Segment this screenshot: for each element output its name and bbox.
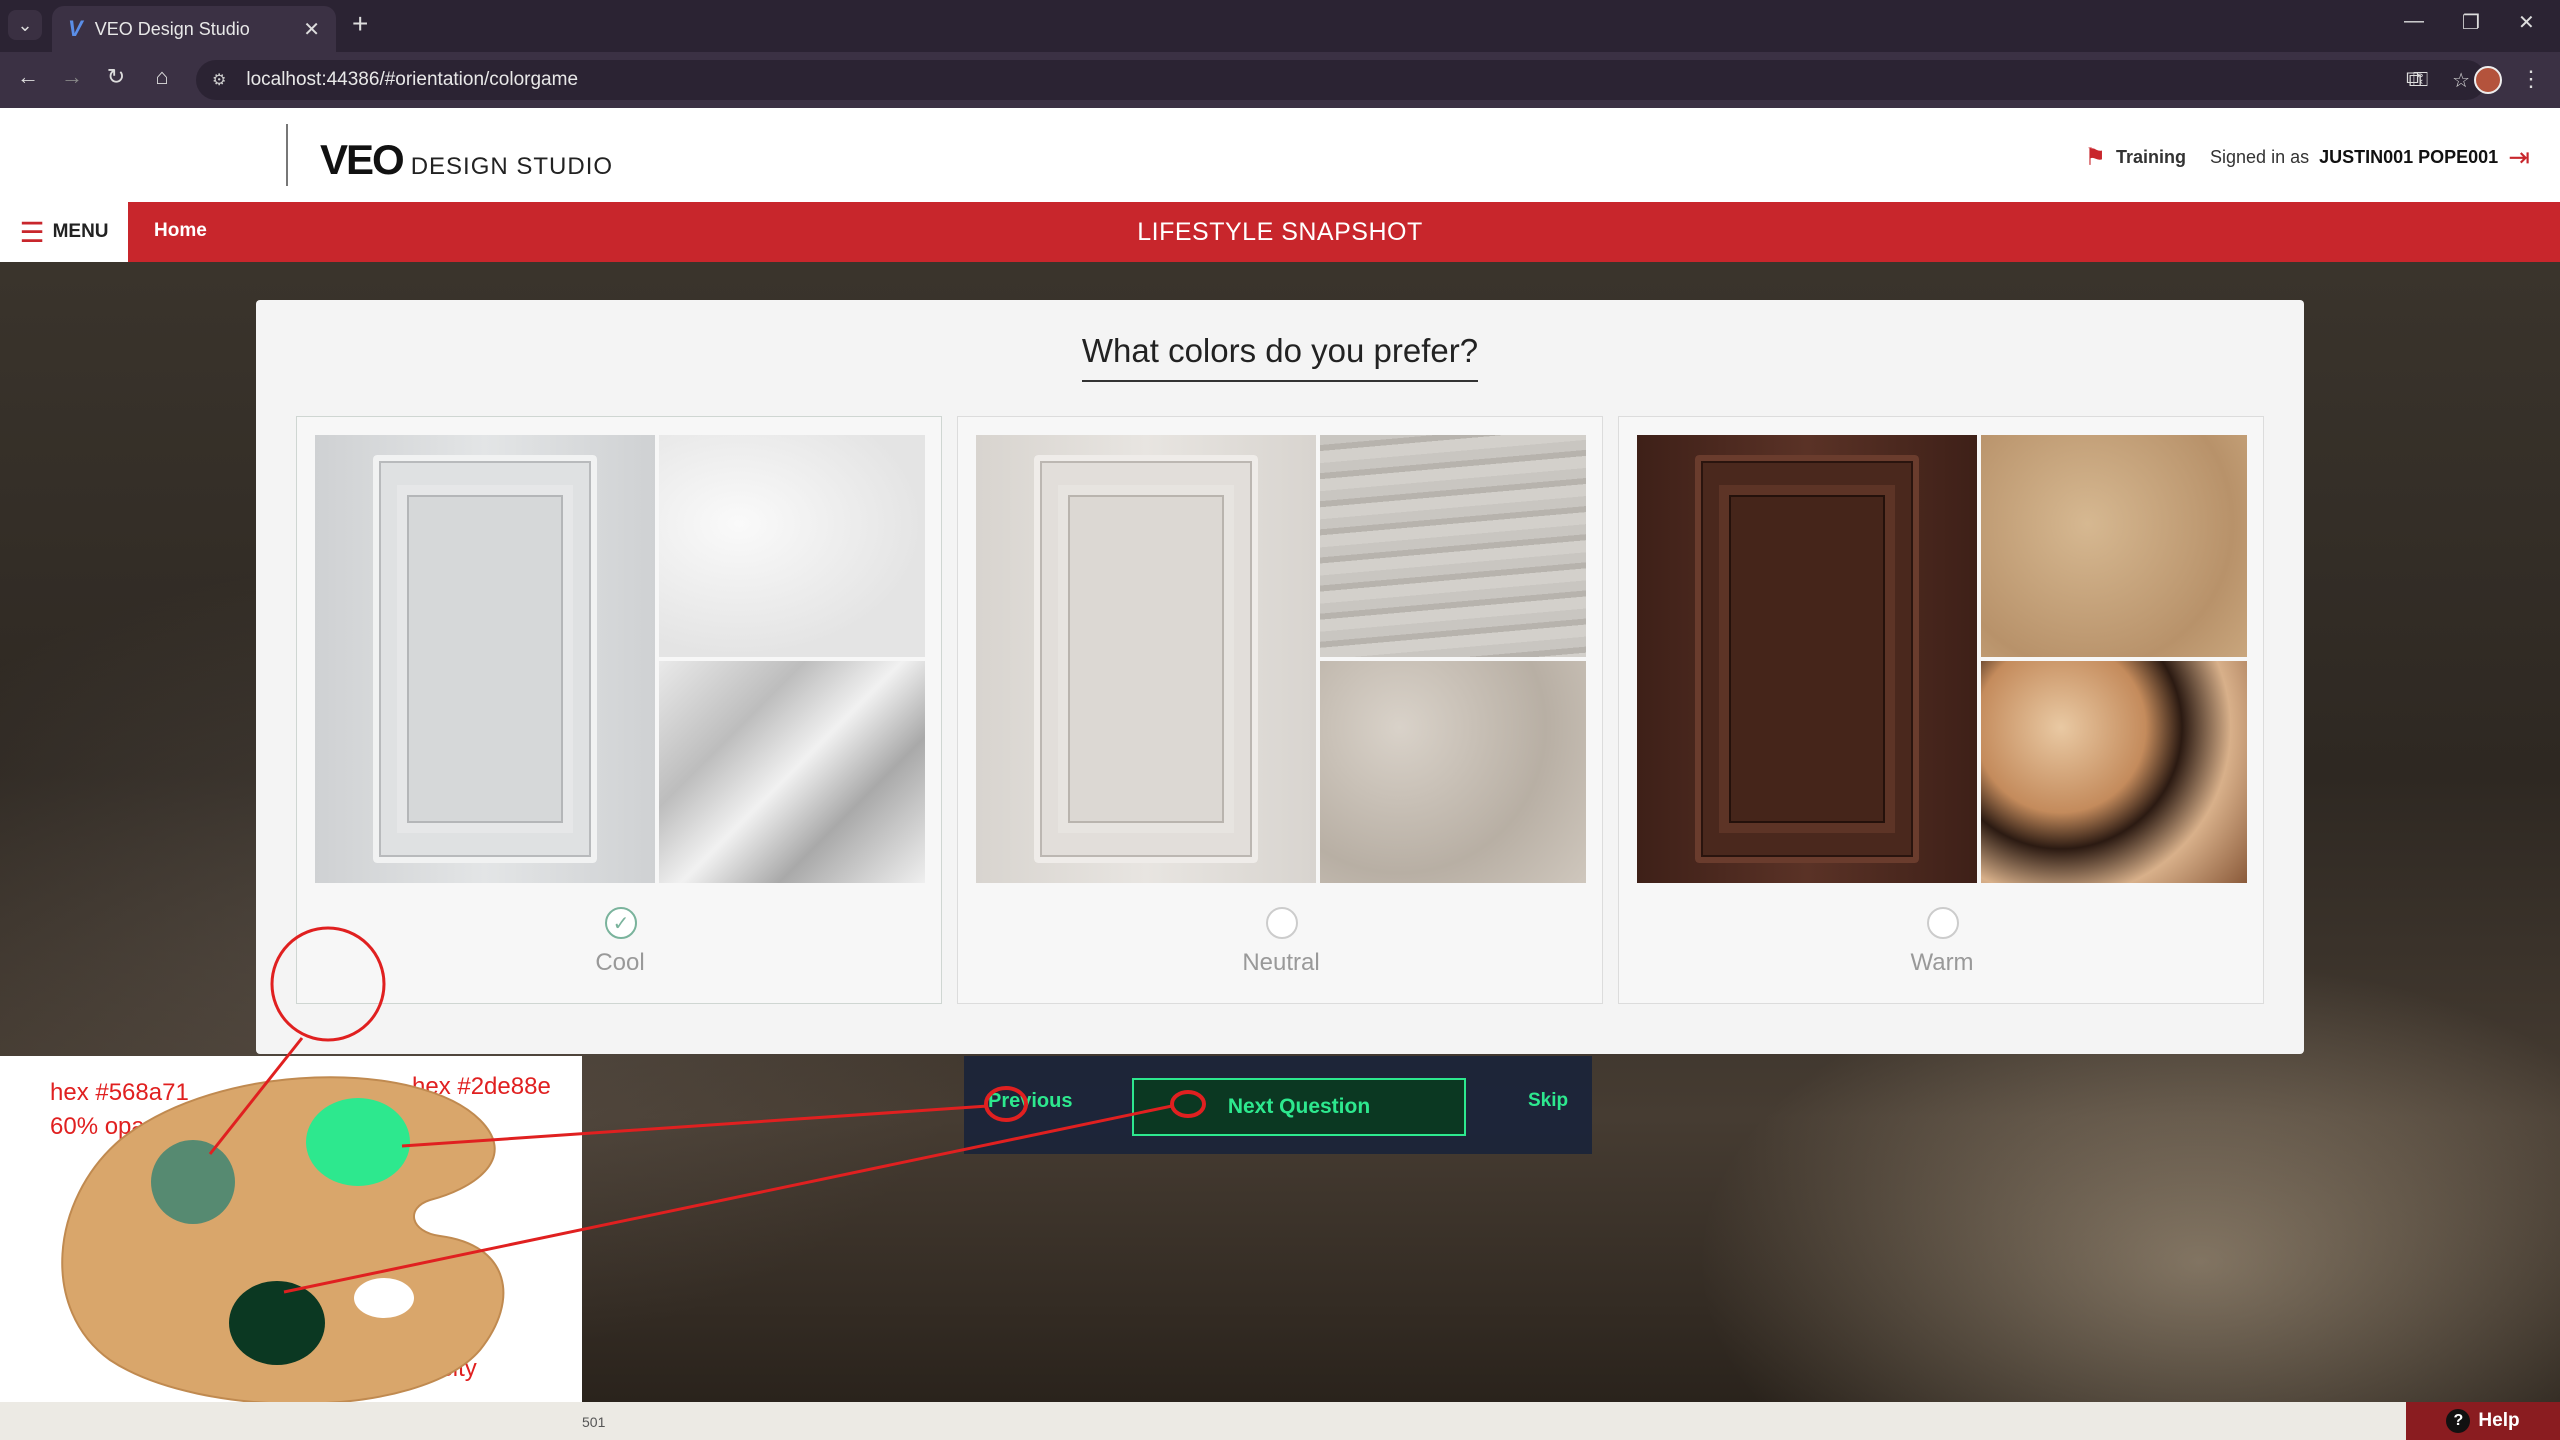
footer-bar: 501 ? Help xyxy=(0,1402,2560,1440)
restore-icon[interactable]: ❐ xyxy=(2462,10,2480,35)
option-label: Warm xyxy=(1910,949,1974,976)
marble-swatch-image xyxy=(659,435,925,657)
main-nav-bar: ☰ MENU Home LIFESTYLE SNAPSHOT xyxy=(0,202,2560,262)
forward-icon[interactable]: → xyxy=(56,64,88,90)
check-icon: ✓ xyxy=(612,912,630,935)
stone-swatch-image xyxy=(1320,435,1586,657)
logo-divider xyxy=(286,124,288,186)
reload-icon[interactable]: ↻ xyxy=(100,64,132,90)
help-icon: ? xyxy=(2446,1409,2471,1433)
browser-tab[interactable]: V VEO Design Studio ✕ xyxy=(52,6,336,52)
option-warm[interactable]: Warm xyxy=(1618,416,2264,1004)
training-icon[interactable]: ⚑ xyxy=(2084,143,2106,172)
marble-swatch-image xyxy=(659,661,925,883)
username: JUSTIN001 POPE001 xyxy=(2319,147,2499,167)
logo-mark: VEO xyxy=(320,136,405,183)
home-icon[interactable]: ⌂ xyxy=(146,64,178,90)
veo-favicon-icon: V xyxy=(68,16,83,41)
back-icon[interactable]: ← xyxy=(12,64,44,90)
option-label: Cool xyxy=(595,949,645,976)
browser-tab-bar: ⌄ V VEO Design Studio ✕ + — ❐ ✕ xyxy=(0,0,2560,52)
option-radio[interactable] xyxy=(1927,907,1959,939)
new-tab-button[interactable]: + xyxy=(352,8,368,40)
header-user-area: ⚑ Training Signed in as JUSTIN001 POPE00… xyxy=(2084,142,2530,173)
next-question-button[interactable]: Next Question xyxy=(1132,1078,1466,1136)
close-tab-icon[interactable]: ✕ xyxy=(303,17,320,42)
logout-icon[interactable]: ⇥ xyxy=(2508,142,2530,173)
color3-hex-label: hex #0b3822 xyxy=(346,1321,485,1348)
minimize-icon[interactable]: — xyxy=(2404,10,2424,33)
annotation-panel: hex #568a71 60% opacity hex #2de88e hex … xyxy=(0,1056,582,1440)
browser-toolbar: ← → ↻ ⌂ ⚙ localhost:44386/#orientation/c… xyxy=(0,52,2560,108)
bookmark-star-icon[interactable]: ☆ xyxy=(2452,68,2470,93)
color1-hex-label: hex #568a71 xyxy=(50,1079,189,1106)
chevron-down-icon: ⌄ xyxy=(17,14,33,35)
footer-code: 501 xyxy=(582,1414,606,1430)
address-bar[interactable]: ⚙ localhost:44386/#orientation/colorgame… xyxy=(196,60,2486,100)
cabinet-door-image xyxy=(1637,435,1977,883)
browser-menu-icon[interactable]: ⋮ xyxy=(2520,66,2542,92)
question-heading: What colors do you prefer? xyxy=(256,332,2304,382)
help-button[interactable]: ? Help xyxy=(2406,1402,2560,1440)
option-neutral[interactable]: Neutral xyxy=(957,416,1603,1004)
help-label: Help xyxy=(2478,1410,2520,1431)
question-card: What colors do you prefer? ✓ Cool Neutra… xyxy=(256,300,2304,1054)
option-cool[interactable]: ✓ Cool xyxy=(296,416,942,1004)
option-label: Neutral xyxy=(1242,949,1320,976)
tab-title: VEO Design Studio xyxy=(94,18,250,39)
extensions-icon[interactable]: ⧉ xyxy=(2406,66,2422,92)
granite-swatch-image xyxy=(1981,661,2247,883)
skip-button[interactable]: Skip xyxy=(1528,1090,1568,1112)
close-window-icon[interactable]: ✕ xyxy=(2518,10,2535,35)
question-text: What colors do you prefer? xyxy=(1081,332,1479,382)
url-text[interactable]: localhost:44386/#orientation/colorgame xyxy=(246,69,2388,91)
granite-swatch-image xyxy=(1320,661,1586,883)
app-header: VEO DESIGN STUDIO ⚑ Training Signed in a… xyxy=(0,108,2560,202)
option-radio-checked[interactable]: ✓ xyxy=(605,907,637,939)
logo-text: DESIGN STUDIO xyxy=(410,153,614,180)
profile-avatar[interactable] xyxy=(2474,66,2502,94)
training-link[interactable]: Training xyxy=(2116,147,2186,168)
color2-hex-label: hex #2de88e xyxy=(412,1073,551,1100)
color1-opacity-label: 60% opacity xyxy=(50,1113,181,1140)
color3-opacity-label: 60% opacity xyxy=(346,1355,477,1382)
previous-button[interactable]: Previous xyxy=(988,1090,1072,1113)
site-settings-icon[interactable]: ⚙ xyxy=(212,70,226,90)
veo-logo[interactable]: VEO DESIGN STUDIO xyxy=(320,136,613,184)
question-nav-panel: Previous Next Question Skip xyxy=(964,1056,1592,1154)
option-radio[interactable] xyxy=(1266,907,1298,939)
tab-list-button[interactable]: ⌄ xyxy=(8,10,42,40)
page-title: LIFESTYLE SNAPSHOT xyxy=(1137,218,1423,246)
travertine-swatch-image xyxy=(1981,435,2247,657)
signed-in-label: Signed in as xyxy=(2210,147,2310,167)
cabinet-door-image xyxy=(315,435,655,883)
cabinet-door-image xyxy=(976,435,1316,883)
